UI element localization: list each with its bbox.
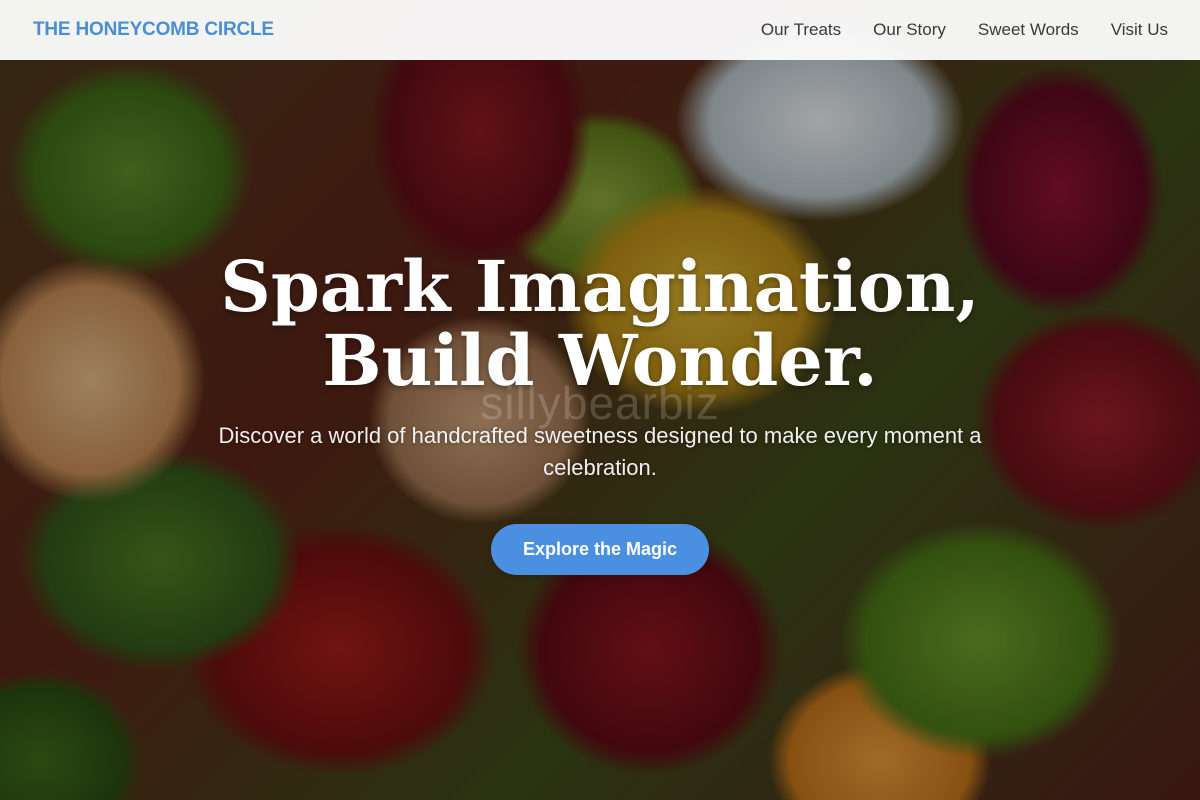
nav-link-our-story[interactable]: Our Story xyxy=(873,20,946,40)
nav-link-visit-us[interactable]: Visit Us xyxy=(1111,20,1168,40)
brand-logo-link[interactable]: THE HONEYCOMB CIRCLE xyxy=(33,19,274,41)
hero-subtitle: Discover a world of handcrafted sweetnes… xyxy=(218,423,982,480)
landing-page: THE HONEYCOMB CIRCLE Our Treats Our Stor… xyxy=(0,0,1200,800)
hero-title: Spark Imagination, Build Wonder. xyxy=(220,245,980,402)
nav-link-sweet-words[interactable]: Sweet Words xyxy=(978,20,1079,40)
hero-section: Spark Imagination, Build Wonder. Discove… xyxy=(0,250,1200,575)
site-header: THE HONEYCOMB CIRCLE Our Treats Our Stor… xyxy=(0,0,1200,60)
main-nav: Our Treats Our Story Sweet Words Visit U… xyxy=(761,20,1168,40)
nav-link-our-treats[interactable]: Our Treats xyxy=(761,20,841,40)
explore-magic-button[interactable]: Explore the Magic xyxy=(490,524,710,575)
